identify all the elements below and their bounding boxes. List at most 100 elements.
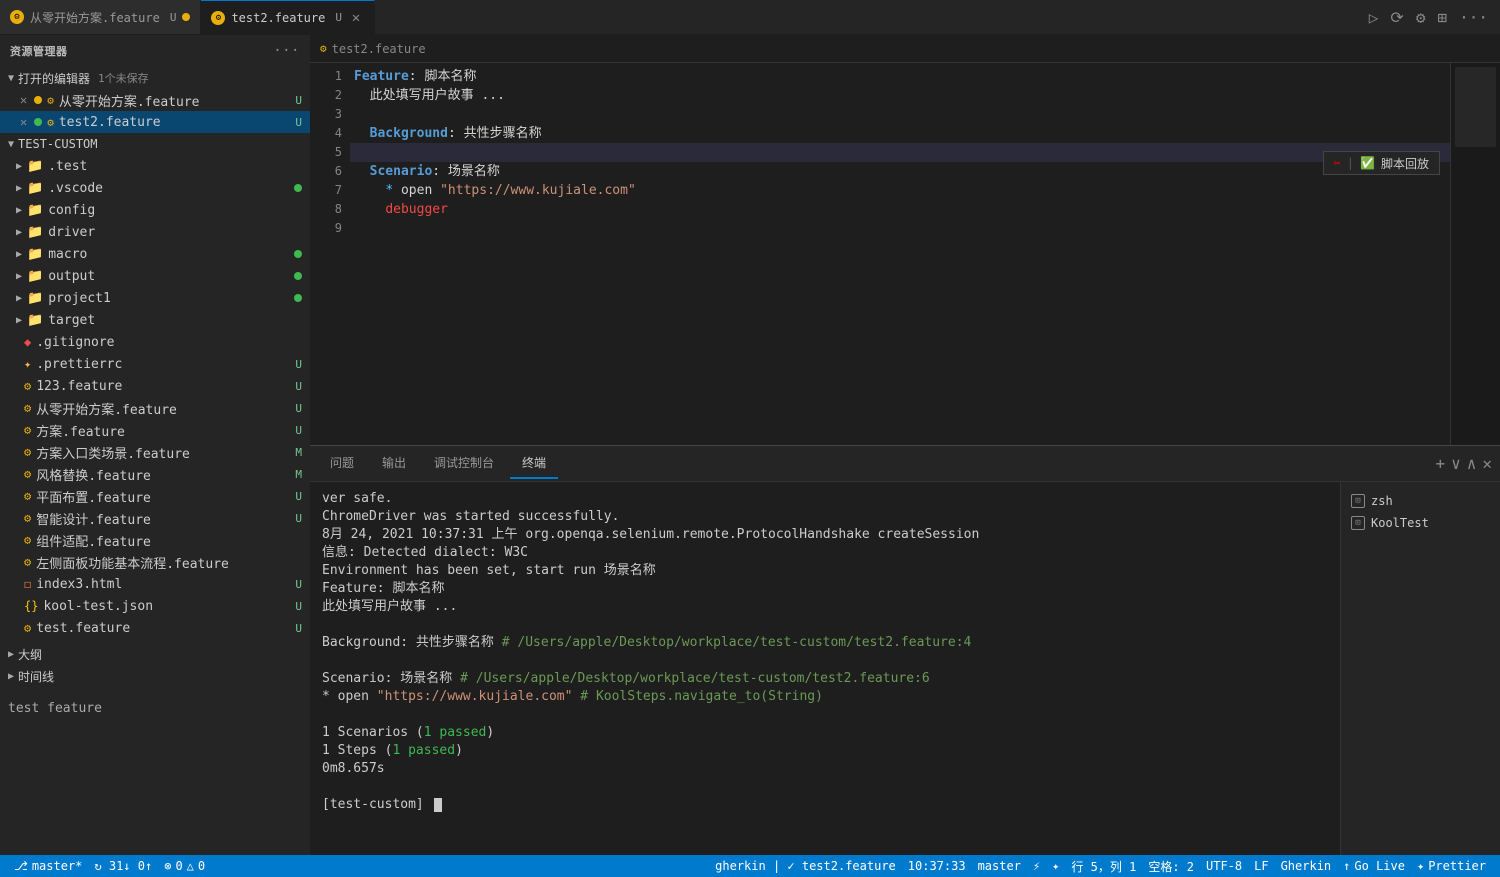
file-zuoce[interactable]: ⚙ 左侧面板功能基本流程.feature bbox=[0, 551, 310, 573]
chevron-driver: ▶ bbox=[16, 227, 22, 238]
file-fengge-name: 风格替换.feature bbox=[36, 465, 290, 484]
terminal-session-kooltest[interactable]: ⊡ KoolTest bbox=[1341, 512, 1500, 534]
file-pingmian-name: 平面布置.feature bbox=[36, 487, 290, 506]
open-editors-label: 打开的编辑器 bbox=[18, 70, 90, 87]
status-errors[interactable]: ⊗ 0 △ 0 bbox=[158, 855, 211, 877]
tab-test2[interactable]: ⚙ test2.feature U ✕ bbox=[201, 0, 375, 34]
file-zuoce-name: 左侧面板功能基本流程.feature bbox=[36, 553, 302, 572]
file-zhineng[interactable]: ⚙ 智能设计.feature U bbox=[0, 507, 310, 529]
chevron-down-icon[interactable]: ∨ bbox=[1451, 454, 1461, 473]
outline-label: 大纲 bbox=[18, 646, 42, 663]
editor-container: 1 2 3 4 5 6 7 8 9 Feature: 脚本名称 bbox=[310, 63, 1500, 445]
breadcrumb-icon: ⚙ bbox=[320, 42, 327, 55]
status-row-col[interactable]: 行 5，列 1 bbox=[1065, 858, 1142, 875]
tab-从零开始方案[interactable]: ⚙ 从零开始方案.feature U bbox=[0, 0, 201, 34]
status-prettier[interactable]: ✦ Prettier bbox=[1411, 859, 1492, 873]
status-language[interactable]: Gherkin bbox=[1275, 859, 1338, 873]
vscode-dot bbox=[294, 184, 302, 192]
term-line-16: 0m8.657s bbox=[322, 760, 1328, 778]
status-time[interactable]: 10:37:33 bbox=[902, 859, 972, 873]
prettier-text: Prettier bbox=[1428, 859, 1486, 873]
more-actions-icon[interactable]: ··· bbox=[273, 43, 300, 59]
status-spaces[interactable]: 空格: 2 bbox=[1142, 858, 1200, 875]
file-congjian[interactable]: ⚙ 从零开始方案.feature U bbox=[0, 397, 310, 419]
tab-output[interactable]: 输出 bbox=[370, 448, 418, 479]
term-steps-close: ) bbox=[455, 743, 463, 758]
file-gitignore[interactable]: ◆ .gitignore bbox=[0, 331, 310, 353]
term-cursor bbox=[434, 798, 442, 812]
folder-vscode[interactable]: ▶ 📁 .vscode bbox=[0, 177, 310, 199]
close-editor-2-icon[interactable]: ✕ bbox=[20, 115, 27, 129]
folder-target[interactable]: ▶ 📁 target bbox=[0, 309, 310, 331]
layout-icon[interactable]: ⊞ bbox=[1435, 6, 1449, 29]
status-encoding[interactable]: UTF-8 bbox=[1200, 859, 1248, 873]
add-terminal-icon[interactable]: + bbox=[1435, 454, 1445, 473]
folder-test[interactable]: ▶ 📁 .test bbox=[0, 155, 310, 177]
tab-debug-console[interactable]: 调试控制台 bbox=[422, 448, 506, 479]
chevron-outline: ▶ bbox=[8, 649, 14, 660]
file-fangangrkou[interactable]: ⚙ 方案入口类场景.feature M bbox=[0, 441, 310, 463]
open-editor-1[interactable]: ✕ ⚙ 从零开始方案.feature U bbox=[0, 89, 310, 111]
warning-icon: △ bbox=[187, 859, 194, 873]
outline-section[interactable]: ▶ 大纲 bbox=[0, 643, 310, 665]
file-testfeature[interactable]: ⚙ test.feature U bbox=[0, 617, 310, 639]
file-fengge[interactable]: ⚙ 风格替换.feature M bbox=[0, 463, 310, 485]
timeline-section[interactable]: ▶ 时间线 bbox=[0, 665, 310, 687]
status-gherkin[interactable]: gherkin | ✓ test2.feature bbox=[709, 859, 902, 873]
macro-dot bbox=[294, 250, 302, 258]
tab-terminal[interactable]: 终端 bbox=[510, 448, 558, 479]
folder-driver[interactable]: ▶ 📁 driver bbox=[0, 221, 310, 243]
content-area: ⚙ test2.feature 1 2 3 4 5 6 7 8 bbox=[310, 35, 1500, 855]
status-branch-right[interactable]: master bbox=[972, 859, 1027, 873]
panel-actions: + ∨ ∧ ✕ bbox=[1435, 454, 1492, 473]
folder-name-output: output bbox=[48, 269, 95, 284]
folder-name-vscode: .vscode bbox=[48, 181, 103, 196]
status-lightning[interactable]: ⚡ bbox=[1027, 859, 1046, 873]
test-feature-label: test feature bbox=[0, 697, 310, 719]
minimap-content bbox=[1455, 67, 1496, 147]
status-star[interactable]: ✦ bbox=[1046, 859, 1065, 873]
sidebar-actions: ··· bbox=[273, 43, 300, 59]
file-testfeature-badge: U bbox=[295, 622, 302, 635]
folder-macro[interactable]: ▶ 📁 macro bbox=[0, 243, 310, 265]
settings-icon[interactable]: ⚙ bbox=[1414, 6, 1428, 29]
term-line-18: [test-custom] bbox=[322, 796, 1328, 814]
term-line-12: * open "https://www.kujiale.com" # KoolS… bbox=[322, 688, 1328, 706]
kw-feature: Feature bbox=[354, 67, 409, 86]
chevron-up-icon[interactable]: ∧ bbox=[1467, 454, 1477, 473]
tab-close-2[interactable]: ✕ bbox=[348, 10, 364, 26]
file-fengge-badge: M bbox=[295, 468, 302, 481]
file-pingmian[interactable]: ⚙ 平面布置.feature U bbox=[0, 485, 310, 507]
terminal-output[interactable]: ver safe. ChromeDriver was started succe… bbox=[310, 482, 1340, 855]
folder-name-target: target bbox=[48, 313, 95, 328]
terminal-session-zsh[interactable]: ⊡ zsh bbox=[1341, 490, 1500, 512]
debug-icon[interactable]: ⟳ bbox=[1388, 6, 1405, 29]
open-kw: open bbox=[401, 181, 440, 200]
status-branch[interactable]: ⎇ master* bbox=[8, 855, 88, 877]
file-zujian[interactable]: ⚙ 组件适配.feature bbox=[0, 529, 310, 551]
chevron-timeline: ▶ bbox=[8, 671, 14, 682]
folder-output[interactable]: ▶ 📁 output bbox=[0, 265, 310, 287]
file-index3[interactable]: ◻ index3.html U bbox=[0, 573, 310, 595]
status-eol[interactable]: LF bbox=[1248, 859, 1274, 873]
code-editor[interactable]: 1 2 3 4 5 6 7 8 9 Feature: 脚本名称 bbox=[310, 63, 1450, 445]
project-section-header[interactable]: ▼ TEST-CUSTOM bbox=[0, 133, 310, 155]
file-fangan[interactable]: ⚙ 方案.feature U bbox=[0, 419, 310, 441]
file-congjian-name: 从零开始方案.feature bbox=[36, 399, 290, 418]
folder-config[interactable]: ▶ 📁 config bbox=[0, 199, 310, 221]
open-editors-section[interactable]: ▼ 打开的编辑器 1个未保存 bbox=[0, 67, 310, 89]
code-line-9 bbox=[350, 219, 1450, 238]
close-editor-1-icon[interactable]: ✕ bbox=[20, 93, 27, 107]
run-icon[interactable]: ▷ bbox=[1367, 6, 1381, 29]
status-sync[interactable]: ↻ 31↓ 0↑ bbox=[88, 855, 158, 877]
tab-problems[interactable]: 问题 bbox=[318, 448, 366, 479]
file-123feature[interactable]: ⚙ 123.feature U bbox=[0, 375, 310, 397]
status-golive[interactable]: ↑ Go Live bbox=[1337, 859, 1411, 873]
file-prettierrc[interactable]: ✦ .prettierrc U bbox=[0, 353, 310, 375]
close-panel-icon[interactable]: ✕ bbox=[1482, 454, 1492, 473]
golive-icon: ↑ bbox=[1343, 859, 1350, 873]
folder-project1[interactable]: ▶ 📁 project1 bbox=[0, 287, 310, 309]
more-icon[interactable]: ··· bbox=[1457, 6, 1490, 29]
file-kooltest[interactable]: {} kool-test.json U bbox=[0, 595, 310, 617]
open-editor-2[interactable]: ✕ ⚙ test2.feature U bbox=[0, 111, 310, 133]
